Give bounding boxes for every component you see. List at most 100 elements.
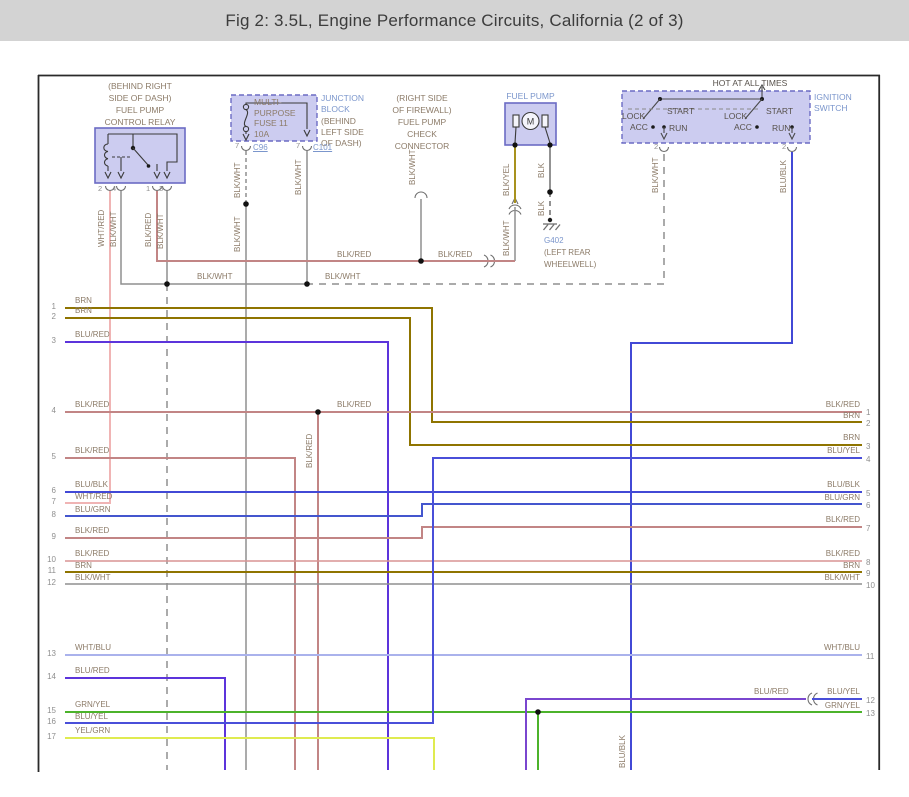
left-label-9: BLK/RED [75,526,109,535]
left-num-17: 17 [32,732,56,741]
left-num-14: 14 [32,672,56,681]
left-num-3: 3 [32,336,56,345]
right-label-9: BRN [700,561,860,570]
left-num-10: 10 [32,555,56,564]
right-label-2: BRN [700,411,860,420]
left-label-1: BRN [75,296,92,305]
wire-label-blk-a: BLK [537,163,546,178]
left-label-4: BLK/RED [75,400,109,409]
wire-label-blk-b: BLK [537,201,546,216]
ignition-run-1: RUN [669,124,687,133]
wire-label-wht-red: WHT/RED [97,210,106,247]
left-num-1: 1 [32,302,56,311]
trunk-label-blk-wht-a: BLK/WHT [197,272,233,281]
c96-pin-number: 7 [235,142,239,150]
left-num-16: 16 [32,717,56,726]
right-label-4: BLU/YEL [700,446,860,455]
right-num-4: 4 [866,455,880,464]
check-connector-location: (RIGHT SIDE OF FIREWALL) FUEL PUMP CHECK… [357,92,487,152]
relay-pin-4: 4 [112,185,116,193]
right-label-13: GRN/YEL [700,701,860,710]
left-label-6: BLU/BLK [75,480,108,489]
right-num-11: 11 [866,652,880,661]
ignition-lock-1: LOCK [622,112,645,121]
right-label-5: BLU/BLK [700,480,860,489]
right-label-11: WHT/BLU [700,643,860,652]
wire-label-blk-yel: BLK/YEL [502,164,511,196]
left-label-3: BLU/RED [75,330,110,339]
ignition-pin-2-left: 2 [654,143,658,151]
wire-label-c96-a: BLK/WHT [233,162,242,198]
wire-label-c96-b: BLK/WHT [233,216,242,252]
wire-blkwht-dashed-ignition [306,152,664,284]
wire-label-c101: BLK/WHT [294,159,303,195]
right-num-3: 3 [866,442,880,451]
junction-dots [164,142,553,714]
left-num-13: 13 [32,649,56,658]
wire-row2-brn [65,318,862,445]
right-num-2: 2 [866,419,880,428]
left-label-2: BRN [75,306,92,315]
left-label-15: GRN/YEL [75,700,110,709]
wire-label-pump-blk-wht: BLK/WHT [502,220,511,256]
left-num-6: 6 [32,486,56,495]
ground-location: (LEFT REAR WHEELWELL) [544,247,596,271]
wiring-diagram-page: Fig 2: 3.5L, Engine Performance Circuits… [0,0,909,797]
trunk-label-row4-mid: BLK/RED [337,400,371,409]
relay-pin-2: 2 [98,185,102,193]
wire-label-blu-blk-bottom: BLU/BLK [618,735,627,768]
left-num-12: 12 [32,578,56,587]
colored-wires [65,145,862,770]
left-label-7: WHT/RED [75,492,112,501]
connector-link-c101[interactable]: C101 [313,143,332,152]
right-label-7: BLK/RED [700,515,860,524]
left-label-11: BRN [75,561,92,570]
wire-label-blk-wht-pin4: BLK/WHT [109,211,118,247]
c101-pin-number: 7 [296,142,300,150]
trunk-label-blk-red-b: BLK/RED [438,250,472,259]
left-label-14: BLU/RED [75,666,110,675]
diagram-canvas: M [0,0,909,797]
right-num-8: 8 [866,558,880,567]
right-num-5: 5 [866,489,880,498]
fuse-text: MULTI- PURPOSE FUSE 11 10A [254,97,296,139]
right-num-10: 10 [866,581,880,590]
right-label-12: BLU/YEL [700,687,860,696]
ignition-switch-name: IGNITION SWITCH [814,92,852,114]
left-num-8: 8 [32,510,56,519]
fuel-pump-label: FUEL PUMP [480,91,581,102]
right-num-6: 6 [866,501,880,510]
connector-symbols [106,146,818,705]
connector-link-c96[interactable]: C96 [253,143,268,152]
trunk-label-blk-wht-b: BLK/WHT [325,272,361,281]
motor-letter: M [527,117,535,127]
wire-label-blk-wht-pin3: BLK/WHT [156,213,165,249]
left-num-5: 5 [32,452,56,461]
relay-pin-1: 1 [146,185,150,193]
right-label-1: BLK/RED [700,400,860,409]
right-num-13: 13 [866,709,880,718]
relay-pin-3: 3 [159,185,163,193]
wire-label-row4-vert: BLK/RED [305,434,314,468]
left-num-9: 9 [32,532,56,541]
ignition-acc-2: ACC [734,123,752,132]
wire-label-blk-red-pin1: BLK/RED [144,213,153,247]
left-label-13: WHT/BLU [75,643,111,652]
wire-row17-yel-grn [65,738,434,770]
right-label-8: BLK/RED [700,549,860,558]
right-num-9: 9 [866,569,880,578]
left-label-10: BLK/RED [75,549,109,558]
ignition-start-2: START [766,107,793,116]
ground-symbol [543,218,560,230]
left-num-11: 11 [32,566,56,575]
left-label-5: BLK/RED [75,446,109,455]
left-num-2: 2 [32,312,56,321]
hot-at-all-times-label: HOT AT ALL TIMES [690,79,810,88]
left-label-16: BLU/YEL [75,712,108,721]
trunk-label-blk-red-a: BLK/RED [337,250,371,259]
ignition-pin-2-right: 2 [782,143,786,151]
left-num-7: 7 [32,497,56,506]
wire-row9-blk-red [65,527,862,538]
ground-link-g402[interactable]: G402 [544,235,564,246]
left-num-15: 15 [32,706,56,715]
